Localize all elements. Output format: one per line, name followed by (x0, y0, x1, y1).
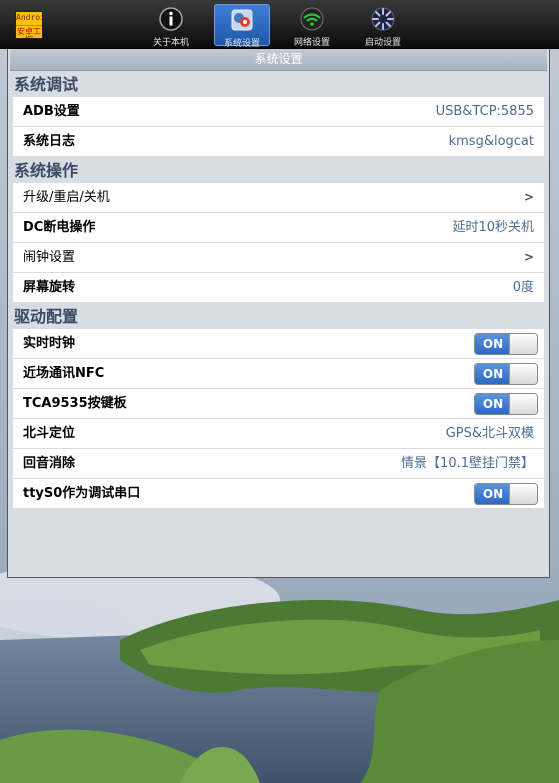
row-label: 北斗定位 (23, 426, 76, 441)
system-settings-icon (229, 7, 255, 33)
row-value: GPS&北斗双模 (445, 426, 534, 441)
row-adb-settings[interactable]: ADB设置 USB&TCP:5855 (13, 97, 544, 126)
section-header-system-debug: 系统调试 (14, 75, 79, 94)
row-value: 0度 (512, 280, 534, 295)
row-value: kmsg&logcat (448, 134, 534, 149)
toggle-knob (509, 484, 537, 504)
toggle-knob (509, 334, 537, 354)
wifi-icon (299, 6, 325, 32)
row-real-time-clock: 实时时钟 ON (13, 329, 544, 358)
row-tca9535-keypad: TCA9535按键板 ON (13, 389, 544, 418)
app-logo[interactable]: AndroidEmb 安卓工控 (15, 11, 43, 39)
row-value: 延时10秒关机 (452, 220, 534, 235)
row-label: DC断电操作 (23, 220, 96, 235)
toggle-knob (509, 364, 537, 384)
top-toolbar: AndroidEmb 安卓工控 关于本机 系统设置 (0, 0, 559, 49)
row-label: TCA9535按键板 (23, 396, 127, 411)
panel-title: 系统设置 (10, 48, 547, 71)
tab-system-settings[interactable]: 系统设置 (214, 4, 270, 49)
row-label: 屏幕旋转 (23, 280, 76, 295)
row-label: 回音消除 (23, 456, 76, 471)
tab-network-settings[interactable]: 网络设置 (284, 4, 340, 48)
chevron-right-icon: > (523, 190, 534, 204)
startup-spinner-icon (370, 6, 396, 32)
row-screen-rotation[interactable]: 屏幕旋转 0度 (13, 273, 544, 302)
nfc-toggle[interactable]: ON (474, 363, 538, 385)
row-label: ADB设置 (23, 104, 80, 119)
row-upgrade-reboot-shutdown[interactable]: 升级/重启/关机 > (13, 183, 544, 212)
row-value: 情景【10.1壁挂门禁】 (401, 456, 534, 471)
row-label: 升级/重启/关机 (23, 190, 110, 205)
toggle-on-label: ON (475, 484, 511, 504)
toggle-on-label: ON (475, 394, 511, 414)
settings-panel: 系统设置 系统调试 ADB设置 USB&TCP:5855 系统日志 kmsg&l… (7, 48, 550, 578)
section-header-driver-config: 驱动配置 (14, 307, 79, 326)
toggle-on-label: ON (475, 334, 511, 354)
row-dc-power-off[interactable]: DC断电操作 延时10秒关机 (13, 213, 544, 242)
row-system-log[interactable]: 系统日志 kmsg&logcat (13, 127, 544, 156)
row-label: 闹钟设置 (23, 250, 76, 265)
row-nfc: 近场通讯NFC ON (13, 359, 544, 388)
section-header-system-operations: 系统操作 (14, 161, 79, 180)
row-label: 近场通讯NFC (23, 366, 105, 381)
row-echo-cancellation[interactable]: 回音消除 情景【10.1壁挂门禁】 (13, 449, 544, 478)
row-alarm-settings[interactable]: 闹钟设置 > (13, 243, 544, 272)
row-label: 实时时钟 (23, 336, 76, 351)
row-label: 系统日志 (23, 134, 76, 149)
tab-about-device[interactable]: 关于本机 (143, 4, 199, 48)
row-ttys0-debug-serial: ttyS0作为调试串口 ON (13, 479, 544, 508)
row-label: ttyS0作为调试串口 (23, 486, 141, 501)
tab-startup-settings[interactable]: 启动设置 (355, 4, 411, 48)
rtc-toggle[interactable]: ON (474, 333, 538, 355)
row-beidou-positioning[interactable]: 北斗定位 GPS&北斗双模 (13, 419, 544, 448)
row-value: USB&TCP:5855 (435, 104, 534, 119)
info-icon (158, 6, 184, 32)
chevron-right-icon: > (523, 250, 534, 264)
toggle-on-label: ON (475, 364, 511, 384)
ttys0-toggle[interactable]: ON (474, 483, 538, 505)
tca9535-toggle[interactable]: ON (474, 393, 538, 415)
toggle-knob (509, 394, 537, 414)
